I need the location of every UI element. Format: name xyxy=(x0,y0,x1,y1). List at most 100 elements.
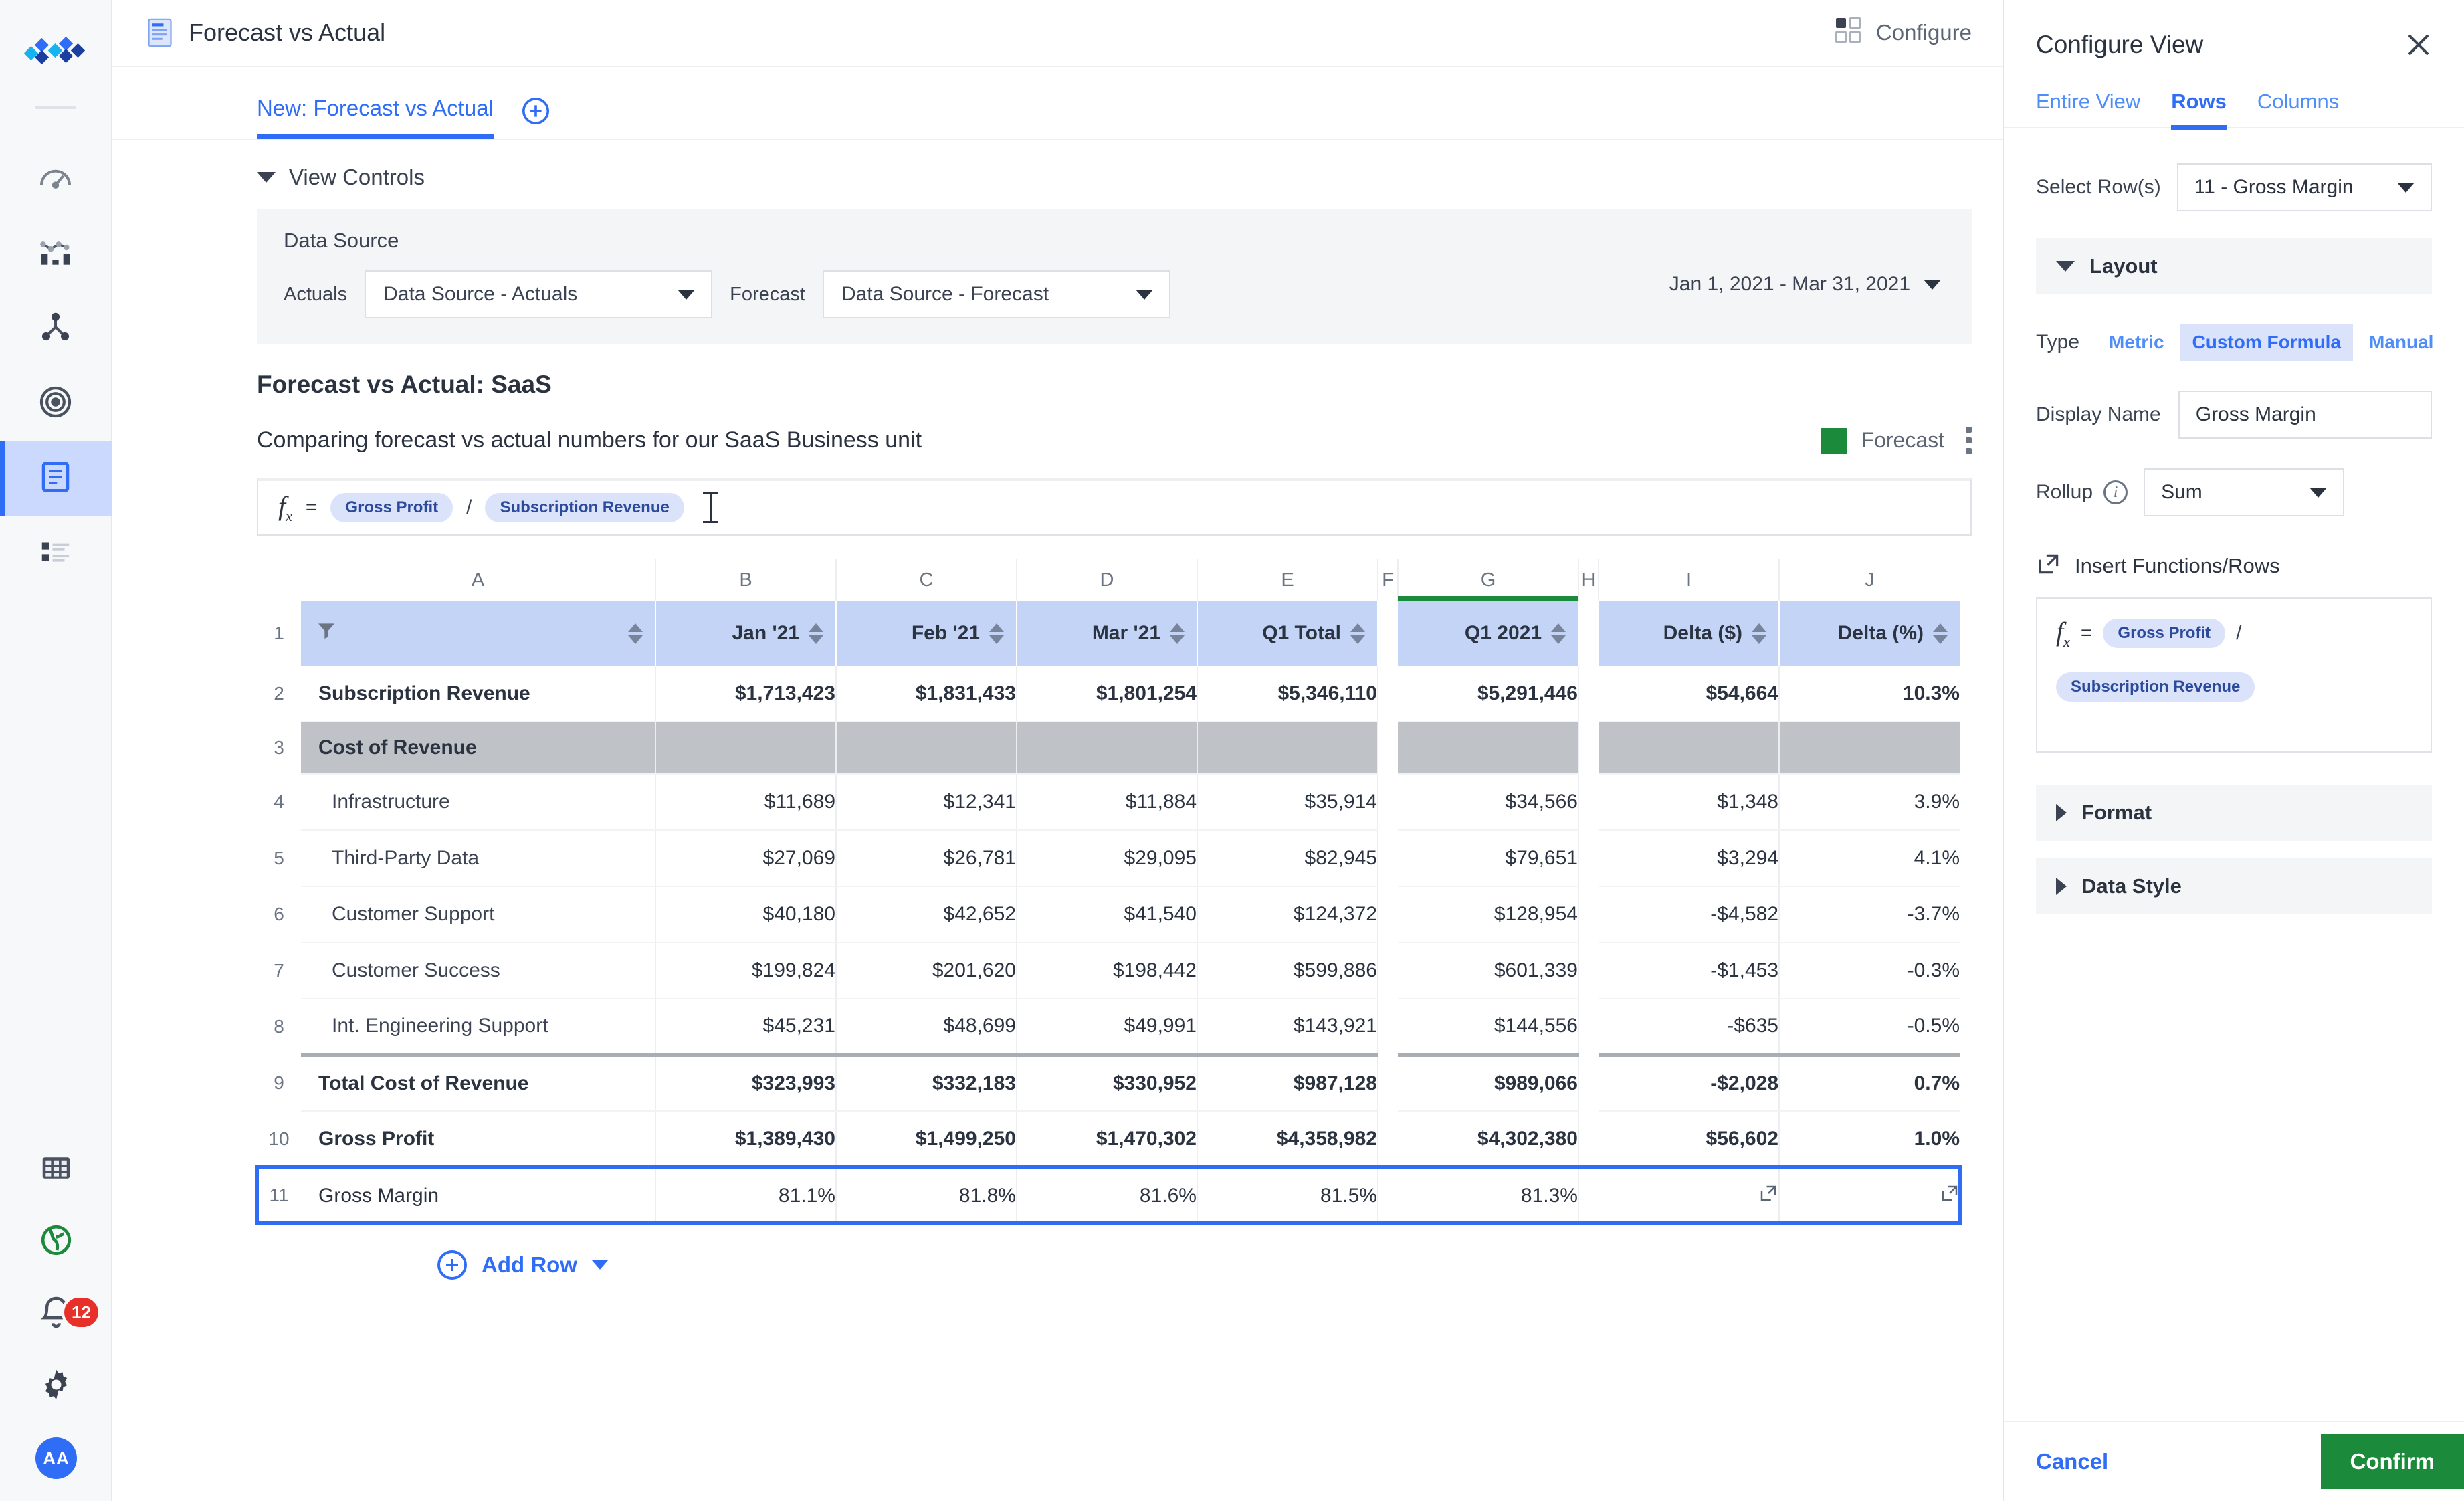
table-row[interactable]: 5 Third-Party Data $27,069 $26,781 $29,095 $8… xyxy=(257,830,1960,887)
table-cell[interactable]: $1,831,433 xyxy=(836,666,1017,722)
row-number-3[interactable]: 3 xyxy=(257,722,301,774)
table-cell[interactable]: $1,389,430 xyxy=(655,1111,837,1168)
table-cell[interactable]: $143,921 xyxy=(1197,999,1378,1056)
table-row[interactable]: 8 Int. Engineering Support $45,231 $48,699 $… xyxy=(257,999,1960,1056)
header-cell-b[interactable]: Jan '21 xyxy=(655,601,837,666)
table-cell[interactable]: $82,945 xyxy=(1197,830,1378,887)
table-cell[interactable]: $11,884 xyxy=(1017,774,1198,831)
table-cell[interactable]: $12,341 xyxy=(836,774,1017,831)
sort-icon-d[interactable] xyxy=(1170,623,1185,644)
table-cell[interactable]: $41,540 xyxy=(1017,886,1198,943)
table-cell[interactable]: $49,991 xyxy=(1017,999,1198,1056)
table-cell[interactable]: -$4,582 xyxy=(1599,886,1780,943)
sidebar-item-dashboard[interactable] xyxy=(0,141,112,216)
table-cell[interactable] xyxy=(1779,1167,1960,1223)
row-number-2[interactable]: 2 xyxy=(257,666,301,722)
app-logo-icon[interactable] xyxy=(22,28,89,75)
table-row[interactable]: 4 Infrastructure $11,689 $12,341 $11,884 $35,… xyxy=(257,774,1960,831)
row-label-cell[interactable]: Total Cost of Revenue xyxy=(301,1053,656,1112)
table-row[interactable]: 3 Cost of Revenue xyxy=(257,722,1960,775)
table-row[interactable]: 11 Gross Margin 81.1% 81.8% 81.6% 81.5% 81.3% xyxy=(255,1165,1962,1225)
table-cell[interactable]: -$635 xyxy=(1599,999,1780,1056)
table-cell[interactable]: $332,183 xyxy=(836,1053,1017,1112)
table-cell[interactable]: -3.7% xyxy=(1779,886,1960,943)
sidebar-item-settings[interactable] xyxy=(0,1350,112,1422)
row-label-cell[interactable]: Customer Support xyxy=(301,886,656,943)
table-cell[interactable]: $79,651 xyxy=(1398,830,1579,887)
col-letter-h[interactable]: H xyxy=(1578,559,1599,601)
header-cell-a[interactable] xyxy=(301,601,656,666)
table-cell[interactable]: 81.5% xyxy=(1197,1167,1378,1223)
table-cell[interactable]: $54,664 xyxy=(1599,666,1780,722)
table-cell[interactable] xyxy=(1197,722,1378,775)
sort-icon-b[interactable] xyxy=(809,623,823,644)
formula-chip-subscription-revenue[interactable]: Subscription Revenue xyxy=(485,493,684,522)
tab-new-forecast-vs-actual[interactable]: New: Forecast vs Actual xyxy=(257,96,494,139)
row-number-9[interactable]: 9 xyxy=(257,1055,301,1111)
table-cell[interactable]: $198,442 xyxy=(1017,942,1198,999)
table-cell[interactable]: 81.1% xyxy=(655,1167,837,1223)
formula-bar[interactable]: fx = Gross Profit / Subscription Revenue xyxy=(257,478,1972,536)
row-label-cell[interactable]: Third-Party Data xyxy=(301,830,656,887)
table-row[interactable]: 6 Customer Support $40,180 $42,652 $41,540 $1… xyxy=(257,886,1960,943)
table-cell[interactable]: $5,291,446 xyxy=(1398,666,1579,722)
sidebar-item-user[interactable]: AA xyxy=(0,1422,112,1494)
row-label-cell[interactable]: Infrastructure xyxy=(301,774,656,831)
sidebar-item-reports[interactable] xyxy=(0,441,112,516)
table-cell[interactable]: $4,358,982 xyxy=(1197,1111,1378,1168)
table-cell[interactable]: 81.6% xyxy=(1017,1167,1198,1223)
table-cell[interactable] xyxy=(1599,1167,1780,1223)
sidebar-item-workflow[interactable] xyxy=(0,291,112,366)
table-cell[interactable]: $330,952 xyxy=(1017,1053,1198,1112)
row-number-10[interactable]: 10 xyxy=(257,1111,301,1167)
sort-icon-e[interactable] xyxy=(1350,623,1365,644)
table-cell[interactable]: $989,066 xyxy=(1398,1053,1579,1112)
tab-rows[interactable]: Rows xyxy=(2171,90,2227,130)
row-number-11[interactable]: 11 xyxy=(257,1167,301,1223)
table-cell[interactable]: $1,713,423 xyxy=(655,666,837,722)
type-option-custom-formula[interactable]: Custom Formula xyxy=(2180,324,2353,361)
select-rows-dropdown[interactable]: 11 - Gross Margin xyxy=(2176,163,2432,211)
table-cell[interactable]: $1,470,302 xyxy=(1017,1111,1198,1168)
table-cell[interactable]: -0.3% xyxy=(1779,942,1960,999)
date-range-picker[interactable]: Jan 1, 2021 - Mar 31, 2021 xyxy=(1669,273,1941,296)
tab-entire-view[interactable]: Entire View xyxy=(2036,90,2140,127)
table-cell[interactable]: 81.3% xyxy=(1398,1167,1579,1223)
sidebar-item-analytics[interactable] xyxy=(0,216,112,291)
table-cell[interactable]: $1,499,250 xyxy=(836,1111,1017,1168)
table-cell[interactable] xyxy=(1779,722,1960,775)
row-number-5[interactable]: 5 xyxy=(257,830,301,886)
table-cell[interactable]: $40,180 xyxy=(655,886,837,943)
panel-chip-gross-profit[interactable]: Gross Profit xyxy=(2103,619,2226,648)
table-cell[interactable]: 3.9% xyxy=(1779,774,1960,831)
sort-icon-j[interactable] xyxy=(1933,623,1948,644)
row-label-cell[interactable]: Gross Profit xyxy=(301,1111,656,1168)
close-icon[interactable] xyxy=(2405,31,2432,58)
row-label-cell[interactable]: Gross Margin xyxy=(301,1167,656,1223)
panel-chip-subscription-revenue[interactable]: Subscription Revenue xyxy=(2056,672,2255,702)
filter-icon[interactable] xyxy=(316,620,337,647)
row-number-8[interactable]: 8 xyxy=(257,999,301,1055)
info-icon[interactable]: i xyxy=(2103,480,2128,504)
col-letter-f[interactable]: F xyxy=(1378,559,1399,601)
table-row[interactable]: 2 Subscription Revenue $1,713,423 $1,831,43… xyxy=(257,666,1960,722)
format-accordion-header[interactable]: Format xyxy=(2036,785,2432,841)
col-letter-j[interactable]: J xyxy=(1779,559,1960,601)
sidebar-item-lists[interactable] xyxy=(0,516,112,591)
sort-icon-g[interactable] xyxy=(1551,623,1566,644)
table-cell[interactable]: 0.7% xyxy=(1779,1053,1960,1112)
table-cell[interactable] xyxy=(1599,722,1780,775)
add-row-button[interactable]: Add Row xyxy=(437,1250,1972,1280)
configure-button[interactable]: Configure xyxy=(1835,17,1972,49)
col-letter-i[interactable]: I xyxy=(1599,559,1780,601)
table-cell[interactable]: $56,602 xyxy=(1599,1111,1780,1168)
cancel-button[interactable]: Cancel xyxy=(2036,1449,2108,1474)
table-cell[interactable]: $34,566 xyxy=(1398,774,1579,831)
row-number-6[interactable]: 6 xyxy=(257,886,301,942)
actuals-select[interactable]: Data Source - Actuals xyxy=(365,270,713,318)
header-cell-e[interactable]: Q1 Total xyxy=(1197,601,1378,666)
col-letter-g[interactable]: G xyxy=(1398,559,1579,601)
table-row[interactable]: 10 Gross Profit $1,389,430 $1,499,250 $1,470… xyxy=(257,1111,1960,1168)
row-label-cell[interactable]: Subscription Revenue xyxy=(301,666,656,722)
forecast-select[interactable]: Data Source - Forecast xyxy=(822,270,1170,318)
